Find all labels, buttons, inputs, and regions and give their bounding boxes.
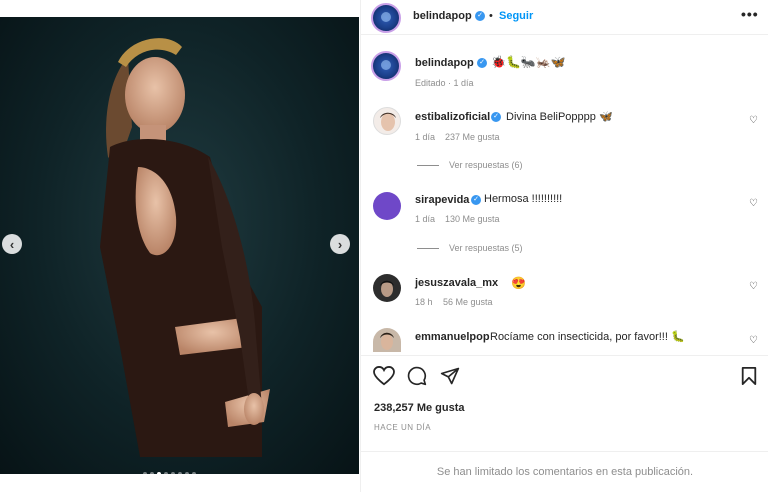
post-date: HACE UN DÍA: [374, 423, 432, 432]
save-bookmark-icon[interactable]: [740, 366, 758, 386]
view-replies-button[interactable]: Ver respuestas (6): [417, 160, 523, 170]
commenter-avatar[interactable]: [373, 192, 401, 220]
carousel-dot: [178, 472, 182, 474]
caption-avatar[interactable]: [371, 51, 401, 81]
caption-text: 🐞🐛🐜🦗🦋: [491, 55, 566, 69]
carousel-dot: [150, 472, 154, 474]
comment-time: 18 h: [415, 297, 433, 307]
post-photo: [0, 17, 359, 474]
comment-username[interactable]: sirapevida: [415, 194, 469, 206]
view-replies-label: Ver respuestas (6): [449, 160, 523, 170]
more-options-icon[interactable]: •••: [741, 6, 759, 22]
view-replies-button[interactable]: Ver respuestas (5): [417, 243, 523, 253]
author-username[interactable]: belindapop: [413, 10, 472, 22]
avatar-face: [380, 280, 394, 297]
avatar-face: [380, 332, 394, 350]
follow-button[interactable]: Seguir: [499, 10, 533, 22]
carousel-dot: [143, 472, 147, 474]
verified-badge-icon: ✓: [491, 112, 501, 122]
carousel-dot: [164, 472, 168, 474]
verified-badge-icon: ✓: [477, 58, 487, 68]
comment-time: 1 día: [415, 132, 436, 142]
post-media: ‹ ›: [0, 0, 359, 492]
instagram-post-modal: ‹ › belindapop ✓ • Seguir ••• belindapop…: [0, 0, 768, 492]
verified-badge-icon: ✓: [471, 195, 481, 205]
carousel-dot: [157, 472, 161, 474]
carousel-dots: [143, 472, 196, 474]
view-replies-label: Ver respuestas (5): [449, 243, 523, 253]
carousel-dot: [185, 472, 189, 474]
caption-meta: Editado · 1 día: [415, 78, 474, 88]
post-header: belindapop ✓ • Seguir •••: [361, 0, 768, 35]
like-comment-heart-icon[interactable]: ♡: [749, 198, 758, 209]
carousel-next-button[interactable]: ›: [330, 234, 350, 254]
verified-badge-icon: ✓: [475, 11, 485, 21]
comment-text: Rocíame con insecticida, por favor!!! 🐛: [490, 331, 685, 343]
carousel-dot: [171, 472, 175, 474]
comment-likes[interactable]: 56 Me gusta: [443, 297, 493, 307]
post-side-panel: belindapop ✓ • Seguir ••• belindapop ✓ 🐞…: [360, 0, 768, 492]
caption-username[interactable]: belindapop: [415, 57, 474, 69]
replies-line: [417, 164, 439, 166]
chevron-right-icon: ›: [337, 236, 343, 252]
actions-divider: [361, 355, 768, 356]
avatar-face: [380, 112, 396, 131]
header-separator: •: [489, 10, 493, 22]
likes-count[interactable]: 238,257 Me gusta: [374, 402, 465, 414]
comment-text: Hermosa !!!!!!!!!!: [484, 193, 563, 205]
comment-time: 1 día: [415, 214, 436, 224]
comment-likes[interactable]: 237 Me gusta: [445, 132, 500, 142]
photo-illustration: [100, 38, 270, 457]
comment-username[interactable]: jesuszavala_mx: [415, 277, 498, 289]
comment-text: 😍: [511, 276, 526, 290]
comment-bubble-icon[interactable]: [406, 366, 428, 386]
comment-likes[interactable]: 130 Me gusta: [445, 214, 500, 224]
comment-text: Divina BeliPopppp 🦋: [506, 111, 613, 123]
author-avatar[interactable]: [371, 3, 401, 33]
carousel-prev-button[interactable]: ‹: [2, 234, 22, 254]
carousel-dot: [192, 472, 196, 474]
like-comment-heart-icon[interactable]: ♡: [749, 335, 758, 346]
commenter-avatar[interactable]: [373, 328, 401, 352]
comment-username[interactable]: estibalizoficial: [415, 111, 490, 123]
commenter-avatar[interactable]: [373, 274, 401, 302]
like-heart-icon[interactable]: [373, 366, 395, 386]
like-comment-heart-icon[interactable]: ♡: [749, 115, 758, 126]
share-paper-plane-icon[interactable]: [439, 366, 461, 386]
comment-username[interactable]: emmanuelpop: [415, 331, 490, 343]
commenter-avatar[interactable]: [373, 107, 401, 135]
replies-line: [417, 247, 439, 249]
chevron-left-icon: ‹: [9, 236, 15, 252]
like-comment-heart-icon[interactable]: ♡: [749, 281, 758, 292]
comments-limited-notice: Se han limitado los comentarios en esta …: [361, 451, 768, 492]
